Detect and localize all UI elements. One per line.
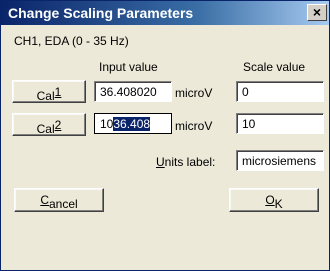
scale-value-field-1[interactable]: 0 bbox=[236, 81, 324, 102]
cal2-button[interactable]: Cal2 bbox=[12, 113, 86, 136]
cal1-key: 1 bbox=[54, 85, 62, 99]
close-icon: × bbox=[312, 4, 322, 20]
units-label-key: U bbox=[156, 155, 165, 169]
ok-key: O bbox=[265, 193, 275, 207]
cal2-key: 2 bbox=[54, 118, 62, 132]
title-bar: Change Scaling Parameters × bbox=[1, 1, 329, 25]
units-label-rest: nits label: bbox=[164, 155, 216, 169]
cancel-rest: ancel bbox=[48, 197, 78, 211]
cal1-prefix: Cal bbox=[36, 89, 55, 103]
close-button[interactable]: × bbox=[307, 4, 327, 21]
input-value-2-text: 10 bbox=[100, 117, 114, 131]
ok-rest: K bbox=[274, 197, 283, 211]
cancel-button[interactable]: Cancel bbox=[14, 188, 104, 212]
cancel-key: C bbox=[40, 193, 49, 207]
ok-button[interactable]: OK bbox=[229, 188, 319, 212]
change-scaling-dialog: Change Scaling Parameters × CH1, EDA (0 … bbox=[0, 0, 330, 271]
scale-value-header: Scale value bbox=[243, 60, 306, 74]
unit-label-2: microV bbox=[175, 119, 213, 133]
cal1-button[interactable]: Cal1 bbox=[12, 80, 86, 103]
channel-label: CH1, EDA (0 - 35 Hz) bbox=[14, 34, 129, 48]
unit-label-1: microV bbox=[175, 86, 213, 100]
units-label-field[interactable]: microsiemens bbox=[236, 150, 324, 171]
input-value-field-2[interactable]: 1036.408 bbox=[94, 113, 172, 134]
scale-value-field-2[interactable]: 10 bbox=[236, 113, 324, 134]
cal2-prefix: Cal bbox=[36, 122, 55, 136]
window-title: Change Scaling Parameters bbox=[8, 5, 194, 21]
units-label-caption: Units label: bbox=[156, 155, 215, 169]
input-value-2-selection: 36.408 bbox=[113, 117, 151, 131]
input-value-field-1[interactable]: 36.408020 bbox=[94, 81, 172, 102]
input-value-header: Input value bbox=[99, 60, 158, 74]
